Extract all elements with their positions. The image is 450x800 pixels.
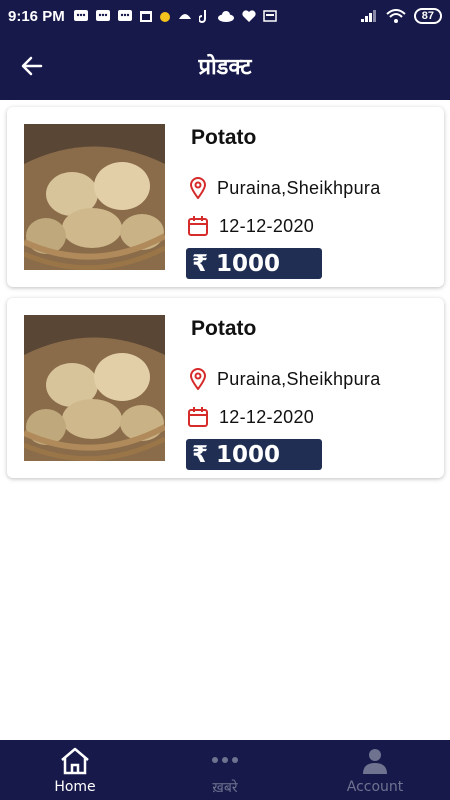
message-icon (95, 10, 110, 21)
nav-item-news[interactable]: ख़बरे (150, 740, 300, 800)
product-date: 12-12-2020 (219, 406, 315, 427)
product-name: Potato (191, 126, 257, 149)
price-badge: ₹ 1000 (186, 248, 322, 279)
location-row: Puraina,Sheikhpura (189, 368, 381, 390)
status-time: 9:16 PM (8, 7, 65, 25)
wifi-icon (386, 9, 406, 23)
app-bar: प्रोडक्ट (0, 32, 450, 100)
arrow-left-icon (21, 56, 43, 76)
tiktok-icon (198, 10, 206, 23)
location-pin-icon (189, 177, 207, 199)
calendar-icon (188, 216, 208, 236)
notification-icon (73, 10, 88, 21)
nav-label-home: Home (54, 779, 96, 795)
product-image (24, 315, 165, 461)
product-card[interactable]: Potato Puraina,Sheikhpura 12-12-2020 ₹ 1… (7, 107, 444, 287)
cloud-icon (217, 11, 234, 22)
status-right: 87 (360, 8, 442, 24)
product-name: Potato (191, 317, 257, 340)
nav-item-home[interactable]: Home (0, 740, 150, 800)
heart-icon (242, 10, 256, 22)
price-badge: ₹ 1000 (186, 439, 322, 470)
date-row: 12-12-2020 (187, 215, 314, 237)
bottom-nav: Home ख़बरे Account (0, 740, 450, 800)
product-card[interactable]: Potato Puraina,Sheikhpura 12-12-2020 ₹ 1… (7, 298, 444, 478)
product-date: 12-12-2020 (219, 215, 315, 236)
app-icon (178, 14, 191, 19)
signal-icon (360, 10, 376, 22)
nav-label-news: ख़बरे (212, 779, 238, 796)
location-pin-icon (189, 368, 207, 390)
more-dots-icon (212, 756, 238, 763)
calendar-icon (188, 407, 208, 427)
nav-label-account: Account (346, 779, 404, 795)
back-button[interactable] (0, 32, 64, 100)
news-icon (262, 10, 277, 22)
product-image (24, 124, 165, 270)
status-bar: 9:16 PM 87 (0, 0, 450, 32)
page-title: प्रोडक्ट (198, 55, 252, 80)
person-icon (363, 749, 387, 774)
date-row: 12-12-2020 (187, 406, 314, 428)
home-icon (61, 747, 89, 775)
message-icon (117, 10, 132, 21)
product-location: Puraina,Sheikhpura (217, 177, 381, 198)
app-icon (159, 12, 170, 22)
product-location: Puraina,Sheikhpura (217, 368, 381, 389)
location-row: Puraina,Sheikhpura (189, 177, 381, 199)
calendar-icon (139, 11, 152, 22)
battery-icon: 87 (413, 8, 442, 24)
nav-item-account[interactable]: Account (300, 740, 450, 800)
notification-icons (73, 9, 277, 23)
